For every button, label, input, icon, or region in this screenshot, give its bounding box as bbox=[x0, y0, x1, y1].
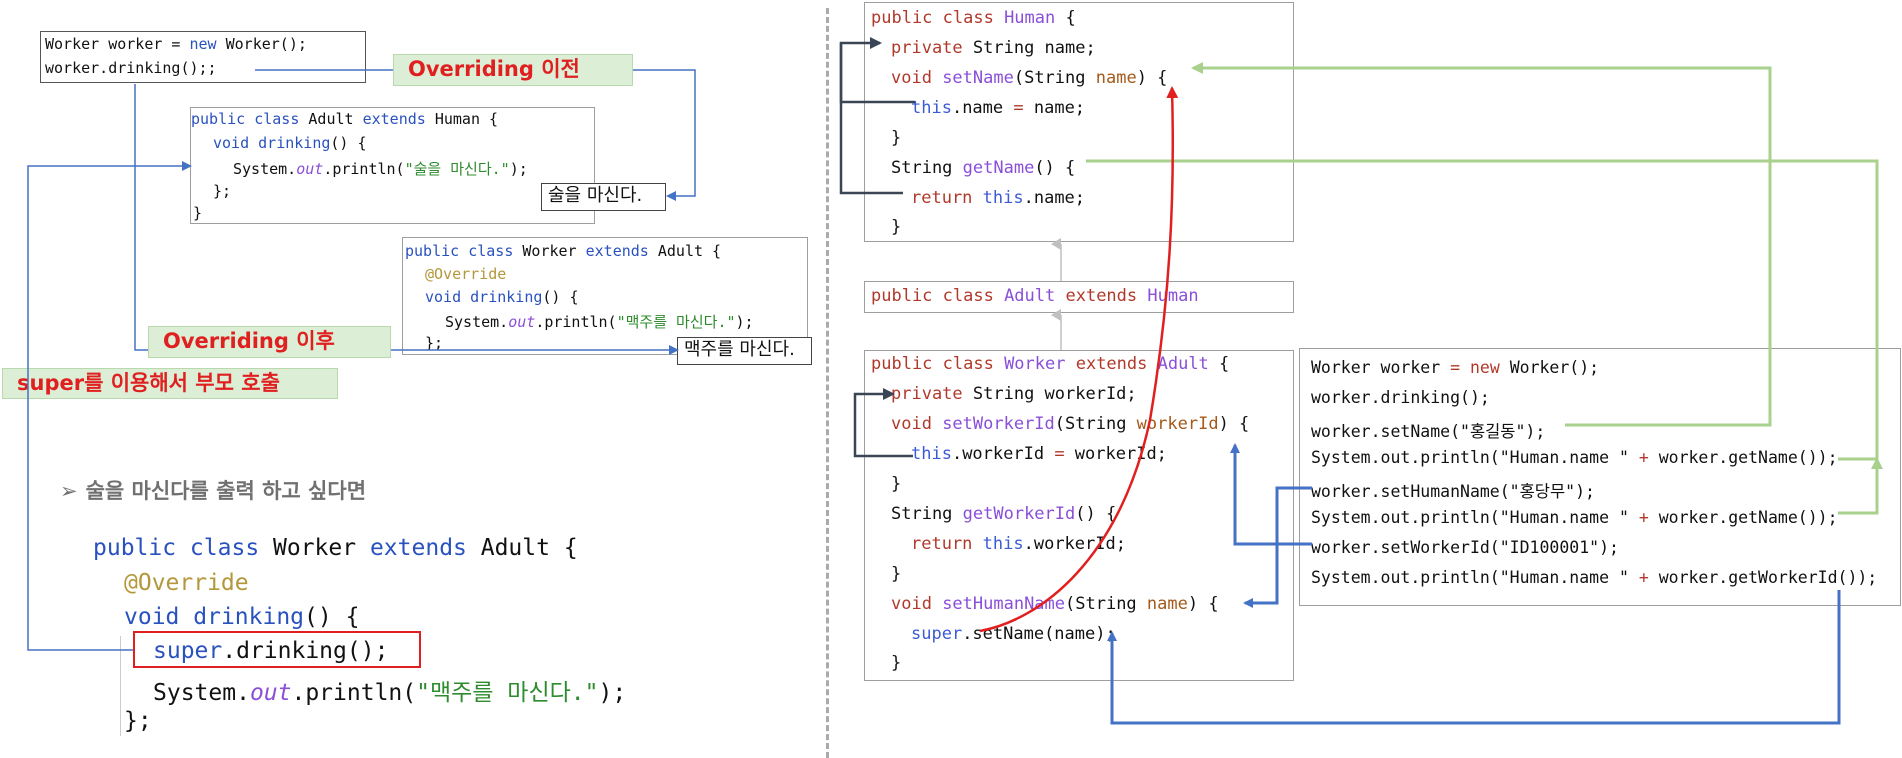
arrow-before-overriding bbox=[255, 69, 696, 196]
arrow-worker-id-field bbox=[853, 388, 913, 458]
arrow-human-return-name bbox=[839, 43, 903, 195]
arrow-super-setname bbox=[979, 86, 1179, 633]
arrow-setworkerid-call bbox=[1230, 443, 1312, 546]
arrow-human-name-field bbox=[839, 37, 915, 104]
connector-overlay bbox=[27, 37, 1902, 725]
arrow-getworkerid-call bbox=[1107, 590, 1841, 725]
arrow-setname-call bbox=[1191, 62, 1772, 427]
arrow-super-call bbox=[27, 161, 192, 651]
arrow-after-overriding bbox=[134, 84, 677, 350]
arrow-getname-call bbox=[1086, 159, 1877, 515]
